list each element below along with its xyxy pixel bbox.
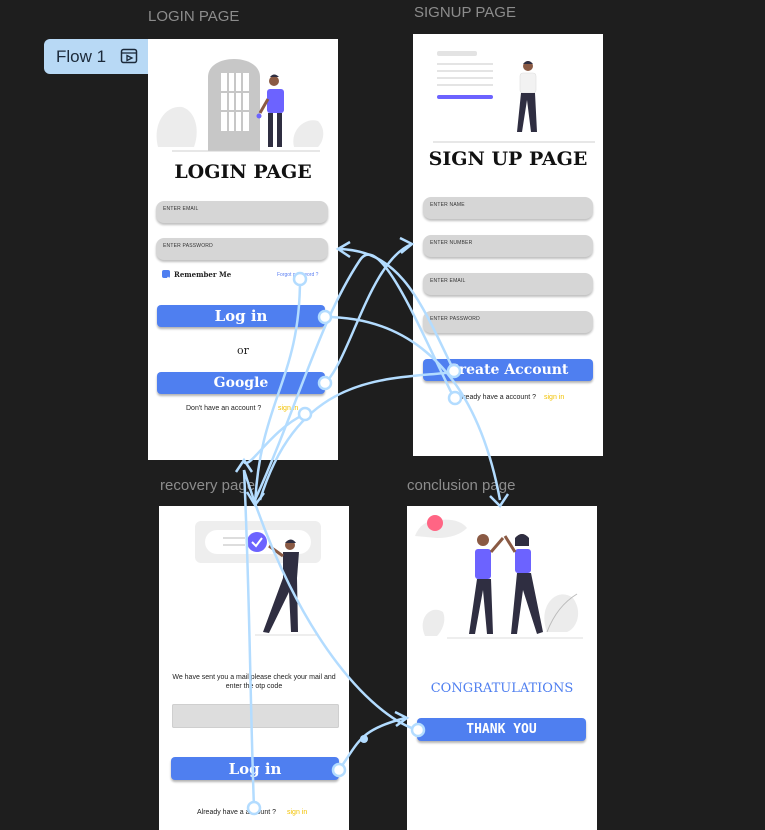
login-title: LOGIN PAGE [174,161,312,183]
check-icon [163,276,170,283]
no-account-text: Don't have an account ? [186,405,262,412]
forgot-password-link[interactable]: Forgot password ? [277,272,318,278]
recovery-login-button[interactable]: Log in [171,757,339,780]
conclusion-frame[interactable]: CONGRATULATIONS THANK YOU [407,506,597,830]
login-password-field[interactable]: ENTER PASSWORD [156,238,328,260]
congratulations-heading: CONGRATULATIONS [430,681,574,696]
arrowhead-login-bottom [234,457,254,473]
login-button[interactable]: Log in [157,305,325,327]
connector-google-to-signup[interactable] [324,242,413,384]
signup-name-label: ENTER NAME [430,202,465,208]
flow-starting-point[interactable]: Flow 1 [44,39,148,74]
signup-number-label: ENTER NUMBER [430,240,473,246]
signup-illustration [433,51,595,143]
or-divider-text: or [237,344,249,357]
login-email-field[interactable]: ENTER EMAIL [156,201,328,223]
signup-title: SIGN UP PAGE [428,148,588,170]
create-account-button[interactable]: Create Account [423,359,593,381]
signup-name-field[interactable]: ENTER NAME [423,197,593,219]
arrowhead-thank [394,710,410,728]
connector-midpoint [360,735,368,743]
google-button[interactable]: Google [157,372,325,394]
remember-checkbox[interactable] [162,270,170,283]
frame-label-recovery[interactable]: recovery page [160,477,255,494]
signup-email-field[interactable]: ENTER EMAIL [423,273,593,295]
login-email-label: ENTER EMAIL [163,206,199,212]
otp-field[interactable] [172,704,339,728]
thank-you-button[interactable]: THANK YOU [417,718,586,741]
arrowhead-conclusion [489,493,510,508]
recovery-message-line1: We have sent you a mail please check you… [172,674,336,681]
signup-number-field[interactable]: ENTER NUMBER [423,235,593,257]
login-illustration [156,59,324,152]
recovery-illustration [195,521,321,636]
recovery-message-line2: enter the otp code [225,683,283,690]
recovery-have-account-text: Already have a account ? [197,809,276,816]
signup-email-label: ENTER EMAIL [430,278,466,284]
recovery-message: We have sent you a mail please check you… [159,673,349,691]
login-frame[interactable]: LOGIN PAGE ENTER EMAIL ENTER PASSWORD Re… [148,39,338,460]
remember-label: Remember Me [174,270,232,279]
flow-label: Flow 1 [56,46,107,66]
recovery-signin-link[interactable]: sign in [287,809,307,816]
prototype-connections [234,236,510,816]
frame-label-login[interactable]: LOGIN PAGE [148,8,239,25]
play-frame-icon[interactable] [120,47,138,70]
signup-password-label: ENTER PASSWORD [430,316,480,322]
arrowhead-login [335,240,351,259]
login-signup-link[interactable]: sign in [278,405,298,412]
signup-frame[interactable]: SIGN UP PAGE ENTER NAME ENTER NUMBER ENT… [413,34,603,456]
signup-signin-link[interactable]: sign in [544,394,564,401]
signup-password-field[interactable]: ENTER PASSWORD [423,311,593,333]
recovery-frame[interactable]: We have sent you a mail please check you… [159,506,349,830]
conclusion-illustration [415,515,583,639]
arrowhead-signup [399,236,415,254]
frame-label-conclusion[interactable]: conclusion page [407,477,515,494]
have-account-text: Already have a account ? [457,394,536,401]
login-password-label: ENTER PASSWORD [163,243,213,249]
frame-label-signup[interactable]: SIGNUP PAGE [414,4,516,21]
